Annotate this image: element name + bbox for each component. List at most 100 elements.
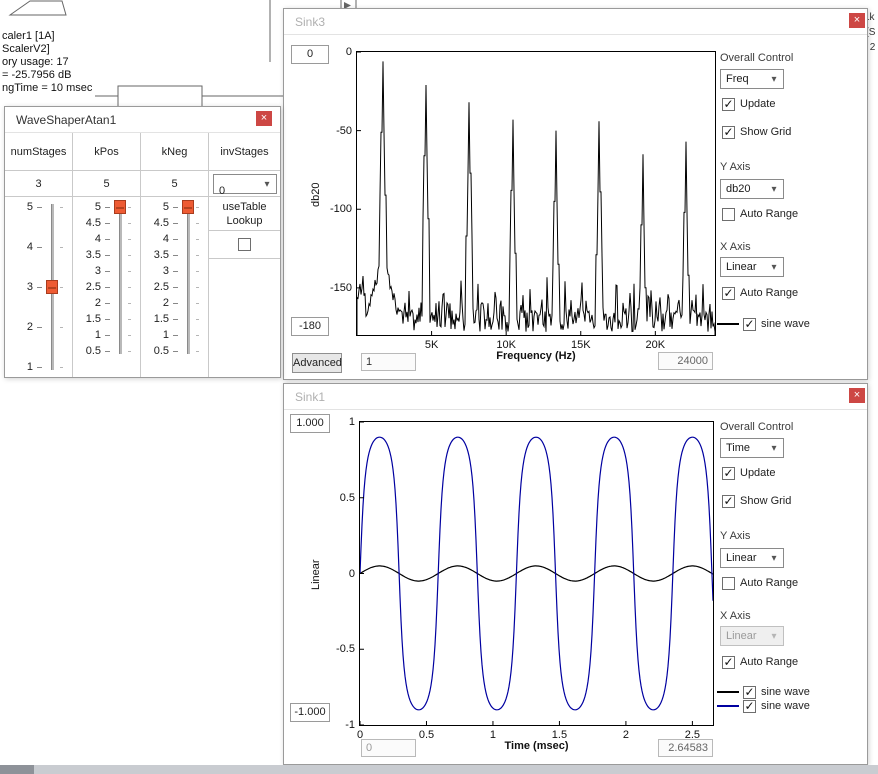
- legend-checkbox[interactable]: ✓: [743, 318, 756, 331]
- close-icon[interactable]: ×: [849, 388, 865, 403]
- kneg-value[interactable]: 5: [141, 171, 208, 197]
- xaxis-combo[interactable]: Linear ▾: [720, 626, 784, 646]
- close-icon[interactable]: ×: [256, 111, 272, 126]
- slider-tick-label: 3.5: [141, 249, 169, 261]
- showgrid-row: ✓ Show Grid: [722, 125, 791, 140]
- chevron-down-icon: ▾: [767, 551, 781, 566]
- slider-tick-label: 4: [73, 233, 101, 245]
- y-axis-title: Linear: [310, 559, 322, 590]
- slider-tick-label: 2: [73, 297, 101, 309]
- x-autorange-checkbox[interactable]: ✓: [722, 656, 735, 669]
- y-min-value-box[interactable]: -180: [291, 317, 329, 336]
- column-header: kPos: [73, 133, 140, 171]
- sink1-plot[interactable]: 10.50-0.5-100.511.522.5: [359, 421, 714, 726]
- legend-line-swatch: [717, 323, 739, 325]
- sink1-titlebar[interactable]: Sink1 ×: [284, 384, 867, 410]
- chevron-down-icon: ▾: [767, 629, 781, 644]
- slider-tick-label: 4.5: [141, 217, 169, 229]
- x-start-input[interactable]: 1: [361, 353, 416, 371]
- legend-label: sine wave: [761, 686, 810, 698]
- window-title: Sink3: [295, 15, 325, 29]
- y-autorange-label: Auto Range: [740, 577, 798, 589]
- waveshaper-titlebar[interactable]: WaveShaperAtan1 ×: [5, 107, 280, 133]
- slider-tick-label: 1: [141, 329, 169, 341]
- legend-line-swatch: [717, 705, 739, 707]
- slider-tick-label: 2.5: [141, 281, 169, 293]
- invstages-combo[interactable]: 0 ▾: [213, 174, 277, 194]
- update-checkbox[interactable]: ✓: [722, 467, 735, 480]
- y-axis-title: db20: [310, 183, 322, 207]
- numstages-value[interactable]: 3: [5, 171, 72, 197]
- advanced-button[interactable]: Advanced: [292, 353, 342, 373]
- slider-tick-label: 2: [141, 297, 169, 309]
- y-tick-label: -0.5: [336, 643, 355, 655]
- yaxis-combo[interactable]: db20 ▾: [720, 179, 784, 199]
- y-tick-label: 0.5: [340, 492, 355, 504]
- y-max-value-box[interactable]: 1.000: [290, 414, 330, 433]
- info-line: ory usage: 17: [2, 56, 92, 69]
- slider-track[interactable]: [119, 204, 122, 354]
- overall-control-combo[interactable]: Time ▾: [720, 438, 784, 458]
- y-autorange-checkbox[interactable]: [722, 208, 735, 221]
- slider-tick-label: 1: [5, 361, 33, 373]
- legend-row: ✓ sine wave: [717, 699, 810, 713]
- legend-checkbox[interactable]: ✓: [743, 686, 756, 699]
- combo-value: db20: [726, 183, 750, 195]
- yaxis-combo[interactable]: Linear ▾: [720, 548, 784, 568]
- legend-line-swatch: [717, 691, 739, 693]
- kpos-slider[interactable]: 54.543.532.521.510.5: [73, 197, 140, 379]
- sink3-plot[interactable]: 0-50-100-1505K10K15K20K: [356, 51, 716, 336]
- y-max-value-box[interactable]: 0: [291, 45, 329, 64]
- overall-control-combo[interactable]: Freq ▾: [720, 69, 784, 89]
- x-autorange-row: ✓Auto Range: [722, 655, 798, 670]
- x-autorange-checkbox[interactable]: ✓: [722, 287, 735, 300]
- chevron-down-icon: ▾: [260, 177, 274, 192]
- sink3-titlebar[interactable]: Sink3 ×: [284, 9, 867, 35]
- yaxis-section-label: Y Axis: [720, 161, 750, 173]
- slider-handle-numStages[interactable]: [46, 280, 58, 294]
- sink3-window: Sink3 × 0 -180 db20 0-50-100-1505K10K15K…: [283, 8, 868, 380]
- x-start-input[interactable]: 0: [361, 739, 416, 757]
- combo-value: Freq: [726, 73, 749, 85]
- showgrid-label: Show Grid: [740, 126, 791, 138]
- slider-tick-label: 3: [5, 281, 33, 293]
- numstages-slider[interactable]: 54321: [5, 197, 72, 379]
- slider-tick-label: 4: [141, 233, 169, 245]
- x-end-input[interactable]: 24000: [658, 352, 713, 370]
- usetable-checkbox-cell: [209, 231, 280, 259]
- window-title: WaveShaperAtan1: [16, 113, 116, 127]
- slider-tick-label: 0.5: [141, 345, 169, 357]
- legend-label: sine wave: [761, 700, 810, 712]
- numstages-column: numStages 3 54321: [5, 133, 73, 377]
- close-icon[interactable]: ×: [849, 13, 865, 28]
- y-autorange-checkbox[interactable]: [722, 577, 735, 590]
- sink1-window: Sink1 × 1.000 -1.000 Linear 10.50-0.5-10…: [283, 383, 868, 765]
- y-min-value-box[interactable]: -1.000: [290, 703, 330, 722]
- y-autorange-label: Auto Range: [740, 208, 798, 220]
- xaxis-section-label: X Axis: [720, 610, 751, 622]
- showgrid-checkbox[interactable]: ✓: [722, 126, 735, 139]
- slider-handle-kNeg[interactable]: [182, 200, 194, 214]
- x-end-input[interactable]: 2.64583: [658, 739, 713, 757]
- slider-tick-label: 5: [73, 201, 101, 213]
- showgrid-checkbox[interactable]: ✓: [722, 495, 735, 508]
- combo-value: Linear: [726, 630, 757, 642]
- x-autorange-row: ✓Auto Range: [722, 286, 798, 301]
- xaxis-combo[interactable]: Linear ▾: [720, 257, 784, 277]
- slider-track[interactable]: [187, 204, 190, 354]
- update-checkbox[interactable]: ✓: [722, 98, 735, 111]
- slider-tick-label: 1: [73, 329, 101, 341]
- kpos-value[interactable]: 5: [73, 171, 140, 197]
- y-tick-label: 0: [349, 568, 355, 580]
- kneg-column: kNeg 5 54.543.532.521.510.5: [141, 133, 209, 377]
- diagram-info-text: caler1 [1A] ScalerV2] ory usage: 17 = -2…: [2, 30, 92, 95]
- info-line: = -25.7956 dB: [2, 69, 92, 82]
- info-line: caler1 [1A]: [2, 30, 92, 43]
- column-header: kNeg: [141, 133, 208, 171]
- slider-handle-kPos[interactable]: [114, 200, 126, 214]
- legend-checkbox[interactable]: ✓: [743, 700, 756, 713]
- slider-tick-label: 4: [5, 241, 33, 253]
- usetable-checkbox[interactable]: [238, 238, 251, 251]
- waveshaper-table: numStages 3 54321 kPos 5 54.543.532.521.…: [5, 133, 280, 377]
- kneg-slider[interactable]: 54.543.532.521.510.5: [141, 197, 208, 379]
